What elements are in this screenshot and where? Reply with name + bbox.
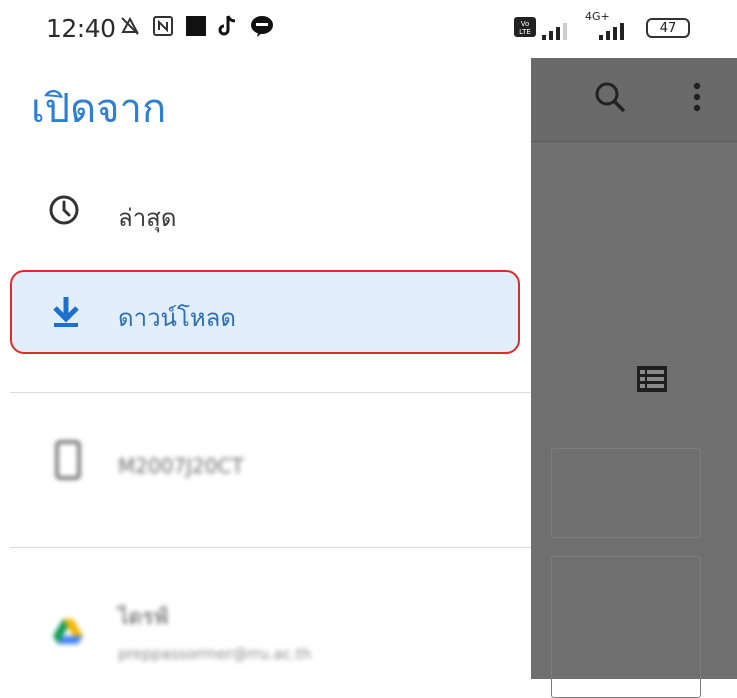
signal-4g-icon <box>585 22 629 43</box>
drawer-item-device[interactable]: M2007J20CT <box>0 418 531 510</box>
nfc-icon <box>152 14 174 38</box>
square-icon <box>186 14 206 38</box>
status-time: 12:40 <box>46 14 116 43</box>
drawer-item-recent[interactable]: ล่าสุด <box>0 166 531 258</box>
tiktok-icon <box>218 14 238 38</box>
navigation-drawer: เปิดจาก ล่าสุด ดาวน์โหลด M2007J20CT ไดรฟ… <box>0 58 531 679</box>
google-drive-icon <box>48 611 88 651</box>
status-bar: 12:40 Vo LTE 4G+ 47 <box>0 0 737 58</box>
svg-text:LTE: LTE <box>519 28 531 36</box>
download-icon <box>46 292 86 332</box>
phone-icon <box>48 440 88 480</box>
drawer-item-label: M2007J20CT <box>118 454 244 478</box>
divider <box>10 547 531 548</box>
drawer-item-drive[interactable]: ไดรฟ์ preppassorrner@rru.ac.th <box>0 583 531 679</box>
drawer-item-downloads[interactable]: ดาวน์โหลด <box>10 270 520 354</box>
list-view-icon[interactable] <box>637 366 667 396</box>
more-options-icon[interactable] <box>691 80 703 118</box>
line-icon <box>250 14 274 38</box>
signal-icon <box>540 22 576 43</box>
search-icon[interactable] <box>593 80 627 118</box>
drawer-item-account: preppassorrner@rru.ac.th <box>118 645 312 663</box>
drawer-item-label: ไดรฟ์ <box>118 605 169 629</box>
battery-level: 47 <box>646 18 690 38</box>
background-scrim[interactable] <box>531 58 737 698</box>
clock-icon <box>44 190 84 230</box>
volte-icon: Vo LTE <box>514 17 536 40</box>
background-toolbar <box>531 58 737 142</box>
no-sound-icon <box>118 14 142 38</box>
background-file-card <box>551 448 701 538</box>
divider <box>10 392 531 393</box>
drawer-item-label: ดาวน์โหลด <box>118 304 236 332</box>
background-file-card <box>551 556 701 698</box>
drawer-title: เปิดจาก <box>31 86 167 132</box>
drawer-item-label: ล่าสุด <box>118 204 177 232</box>
svg-text:Vo: Vo <box>521 20 530 28</box>
